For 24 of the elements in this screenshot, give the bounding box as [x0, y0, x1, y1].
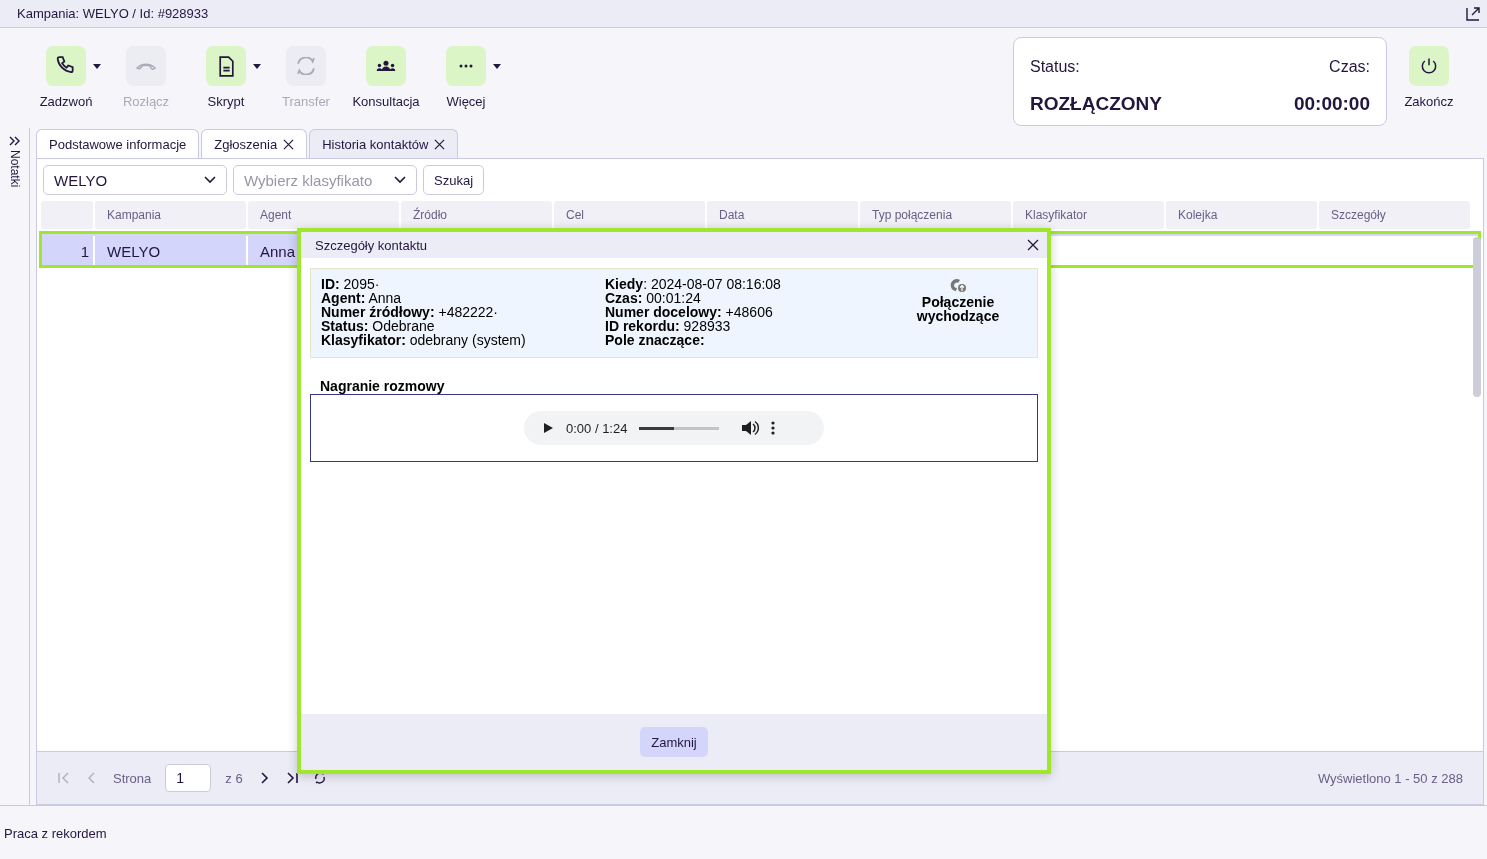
- detail-line: Numer źródłowy: +482222·: [321, 305, 500, 319]
- status-value: ROZŁĄCZONY: [1030, 92, 1163, 116]
- detail-line: Klasyfikator: odebrany (system): [321, 333, 527, 347]
- window-title: Kampania: WELYO / Id: #928933: [17, 6, 209, 21]
- recording-title: Nagranie rozmowy: [319, 378, 446, 394]
- page-label: Strona: [113, 770, 152, 786]
- detail-line: Kiedy: 2024-08-07 08:16:08: [605, 277, 782, 291]
- detail-line: ID: 2095·: [321, 277, 381, 291]
- status-label: Status:: [1030, 58, 1081, 77]
- time-value: 00:00:00: [1293, 92, 1370, 116]
- table-cell: WELYO: [95, 236, 246, 266]
- playback-time: 0:00 / 1:24: [566, 420, 628, 436]
- time-label: Czas:: [1328, 58, 1370, 77]
- row-number: 1: [41, 236, 93, 266]
- detail-line: Status: Odebrane: [321, 319, 436, 333]
- status-text: Praca z rekordem: [4, 825, 107, 841]
- detail-line: Agent: Anna: [321, 291, 403, 305]
- page-count: z 6: [225, 770, 243, 786]
- call-type: Połączenie wychodzące: [915, 295, 1001, 323]
- detail-line: Pole znaczące:: [605, 333, 706, 347]
- detail-line: Czas: 00:01:24: [605, 291, 702, 305]
- detail-line: ID rekordu: 928933: [605, 319, 732, 333]
- record-count: Wyświetlono 1 - 50 z 288: [1317, 770, 1463, 786]
- detail-line: Numer docelowy: +48606: [605, 305, 774, 319]
